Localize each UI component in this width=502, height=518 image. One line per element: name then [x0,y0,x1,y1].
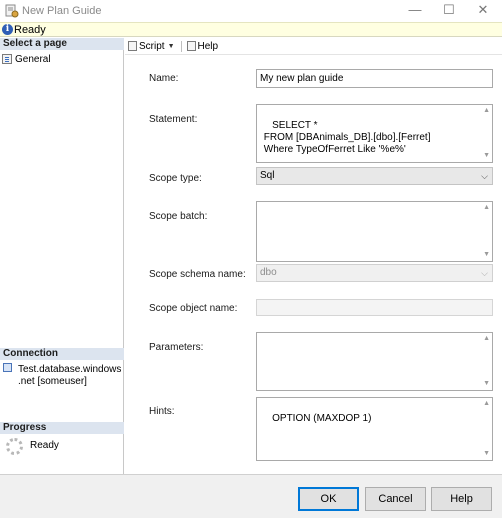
scroll-up-icon[interactable]: ▲ [483,400,490,408]
name-input[interactable]: My new plan guide [256,69,493,88]
statement-text: SELECT * FROM [DBAnimals_DB].[dbo].[Ferr… [263,120,431,155]
scope-batch-label: Scope batch: [149,211,208,222]
chevron-down-icon[interactable]: ▼ [168,43,175,50]
scope-type-label: Scope type: [149,173,202,184]
hints-label: Hints: [149,406,175,417]
ok-button[interactable]: OK [298,487,359,511]
scroll-down-icon[interactable]: ▼ [483,251,490,259]
scope-type-value: Sql [260,170,275,181]
script-icon [128,41,137,51]
scroll-down-icon[interactable]: ▼ [483,450,490,458]
page-icon [2,54,12,64]
maximize-button[interactable]: ☐ [432,0,466,22]
help-toolbar-label: Help [197,40,219,52]
minimize-button[interactable]: — [398,0,432,22]
chevron-down-icon: ⌵ [481,268,488,278]
scroll-up-icon[interactable]: ▲ [483,107,490,115]
name-label: Name: [149,73,179,84]
statement-textarea[interactable]: SELECT * FROM [DBAnimals_DB].[dbo].[Ferr… [256,104,493,163]
scope-object-input[interactable] [256,299,493,316]
help-toolbar-button[interactable]: Help [186,40,219,52]
scroll-down-icon[interactable]: ▼ [483,152,490,160]
parameters-label: Parameters: [149,342,204,353]
statement-label: Statement: [149,114,198,125]
scroll-down-icon[interactable]: ▼ [483,380,490,388]
connection-header: Connection [0,348,124,360]
status-text: Ready [14,24,46,36]
scope-type-select[interactable]: Sql ⌵ [256,167,493,185]
dialog-button-bar: OK Cancel Help [0,474,502,518]
connection-info[interactable]: Test.database.windows .net [someuser] [18,364,122,388]
toolbar: Script ▼ Help [125,38,502,55]
general-page-form: Name: My new plan guide Statement: SELEC… [125,56,502,474]
scroll-up-icon[interactable]: ▲ [483,335,490,343]
info-icon: i [2,24,13,35]
help-book-icon [186,41,196,51]
scroll-up-icon[interactable]: ▲ [483,204,490,212]
page-item-general[interactable]: General [2,53,51,65]
scope-object-label: Scope object name: [149,303,238,314]
help-button[interactable]: Help [431,487,492,511]
page-item-label: General [15,53,51,65]
parameters-textarea[interactable]: ▲ ▼ [256,332,493,391]
progress-text: Ready [30,440,59,451]
cancel-button[interactable]: Cancel [365,487,426,511]
toolbar-separator [180,40,182,52]
script-button[interactable]: Script ▼ [128,41,175,52]
server-connection-icon [3,363,12,372]
progress-spinner-icon [6,438,23,455]
hints-textarea[interactable]: OPTION (MAXDOP 1) ▲ ▼ [256,397,493,461]
close-button[interactable]: ✕ [466,0,500,22]
hints-text: OPTION (MAXDOP 1) [272,413,372,424]
status-bar: i Ready [0,22,502,37]
title-bar: New Plan Guide — ☐ ✕ [0,0,502,22]
script-label: Script [139,40,165,52]
left-pane: Select a page General Connection Test.da… [0,38,124,474]
progress-header: Progress [0,422,124,434]
scope-schema-select[interactable]: dbo ⌵ [256,264,493,282]
chevron-down-icon: ⌵ [481,171,488,181]
scope-schema-label: Scope schema name: [149,269,246,280]
window-title: New Plan Guide [22,5,102,17]
scope-schema-value: dbo [260,267,277,278]
scope-batch-textarea[interactable]: ▲ ▼ [256,201,493,262]
plan-guide-app-icon [5,4,19,18]
select-page-header: Select a page [0,38,124,50]
